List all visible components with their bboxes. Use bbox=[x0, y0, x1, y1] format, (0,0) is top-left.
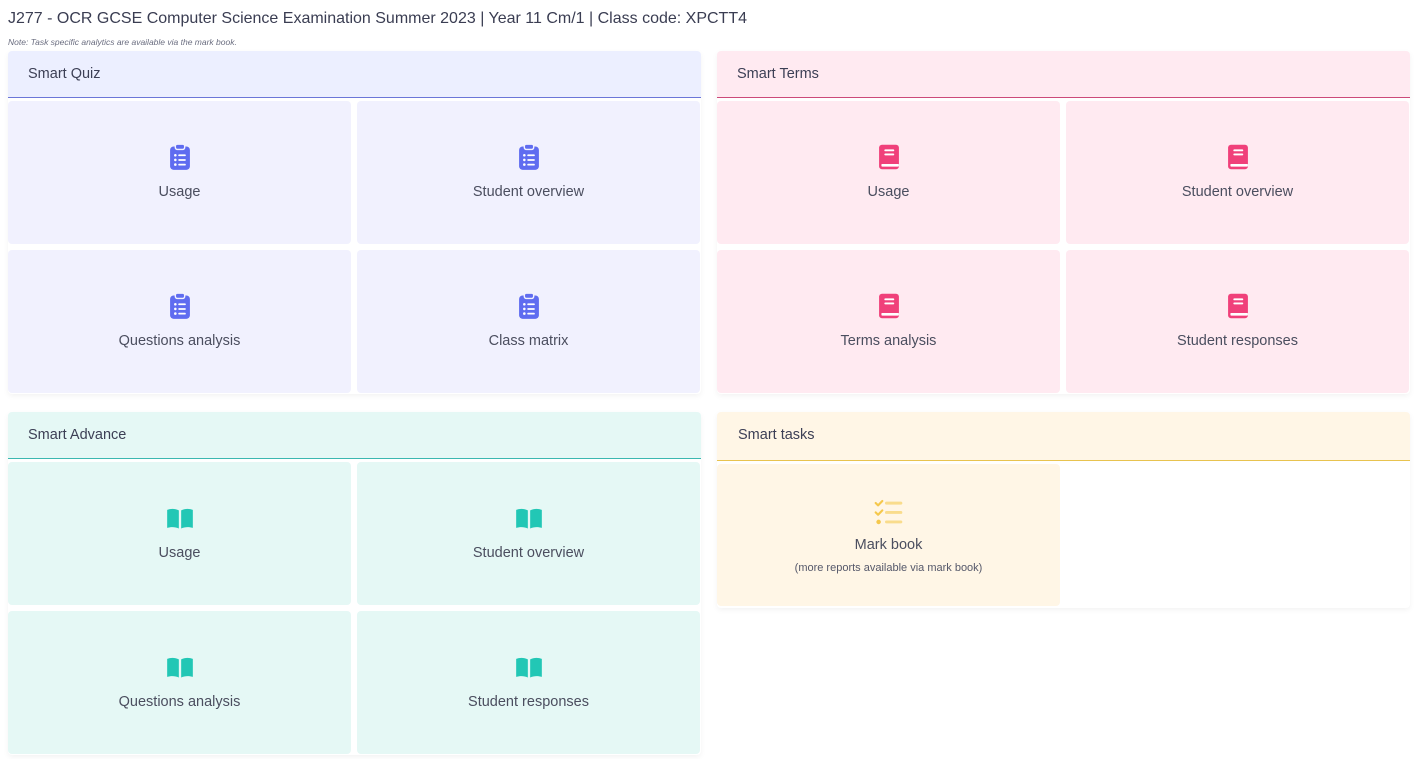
tile-label: Mark book bbox=[854, 537, 923, 553]
book-open-icon bbox=[166, 504, 194, 532]
smart-terms-title: Smart Terms bbox=[737, 66, 819, 82]
page-note: Note: Task specific analytics are availa… bbox=[8, 37, 237, 47]
smart-tasks-header: Smart tasks bbox=[717, 412, 1410, 461]
smart-advance-title: Smart Advance bbox=[28, 427, 127, 443]
tile-label: Student overview bbox=[1181, 184, 1294, 200]
advance-usage-tile[interactable]: Usage bbox=[8, 462, 351, 605]
smart-terms-panel: Smart Terms Usage Student overview Terms… bbox=[717, 51, 1410, 394]
smart-tasks-title: Smart tasks bbox=[738, 427, 815, 443]
tile-label: Student responses bbox=[1177, 333, 1298, 349]
book-open-icon bbox=[515, 653, 543, 681]
terms-student-overview-tile[interactable]: Student overview bbox=[1066, 101, 1409, 244]
page-title: J277 - OCR GCSE Computer Science Examina… bbox=[8, 10, 747, 27]
advance-student-responses-tile[interactable]: Student responses bbox=[357, 611, 700, 754]
clipboard-list-icon bbox=[515, 143, 543, 171]
smart-tasks-panel: Smart tasks Mark book (more reports avai… bbox=[717, 412, 1410, 608]
smart-terms-header: Smart Terms bbox=[717, 51, 1410, 98]
tile-label: Usage bbox=[867, 184, 910, 200]
advance-questions-analysis-tile[interactable]: Questions analysis bbox=[8, 611, 351, 754]
clipboard-list-icon bbox=[166, 143, 194, 171]
quiz-student-overview-tile[interactable]: Student overview bbox=[357, 101, 700, 244]
book-closed-icon bbox=[1224, 292, 1252, 320]
tile-label: Usage bbox=[158, 184, 201, 200]
book-open-icon bbox=[166, 653, 194, 681]
task-list-icon bbox=[873, 497, 905, 529]
quiz-questions-analysis-tile[interactable]: Questions analysis bbox=[8, 250, 351, 393]
smart-quiz-panel: Smart Quiz Usage Student overview Questi… bbox=[8, 51, 701, 394]
tile-label: Questions analysis bbox=[118, 694, 241, 710]
tile-label: Student responses bbox=[468, 694, 589, 710]
clipboard-list-icon bbox=[166, 292, 194, 320]
tile-label: Class matrix bbox=[488, 333, 569, 349]
quiz-class-matrix-tile[interactable]: Class matrix bbox=[357, 250, 700, 393]
book-closed-icon bbox=[875, 143, 903, 171]
smart-quiz-title: Smart Quiz bbox=[28, 66, 101, 82]
tasks-mark-book-tile[interactable]: Mark book (more reports available via ma… bbox=[717, 464, 1060, 606]
advance-student-overview-tile[interactable]: Student overview bbox=[357, 462, 700, 605]
tile-label: Student overview bbox=[472, 545, 585, 561]
tile-label: Questions analysis bbox=[118, 333, 241, 349]
book-closed-icon bbox=[875, 292, 903, 320]
terms-terms-analysis-tile[interactable]: Terms analysis bbox=[717, 250, 1060, 393]
tile-label: Usage bbox=[158, 545, 201, 561]
tile-sublabel: (more reports available via mark book) bbox=[794, 562, 983, 574]
terms-usage-tile[interactable]: Usage bbox=[717, 101, 1060, 244]
terms-student-responses-tile[interactable]: Student responses bbox=[1066, 250, 1409, 393]
clipboard-list-icon bbox=[515, 292, 543, 320]
book-open-icon bbox=[515, 504, 543, 532]
smart-quiz-header: Smart Quiz bbox=[8, 51, 701, 98]
smart-advance-header: Smart Advance bbox=[8, 412, 701, 459]
book-closed-icon bbox=[1224, 143, 1252, 171]
quiz-usage-tile[interactable]: Usage bbox=[8, 101, 351, 244]
smart-advance-panel: Smart Advance Usage Student overview Que… bbox=[8, 412, 701, 755]
tile-label: Terms analysis bbox=[840, 333, 937, 349]
tile-label: Student overview bbox=[472, 184, 585, 200]
